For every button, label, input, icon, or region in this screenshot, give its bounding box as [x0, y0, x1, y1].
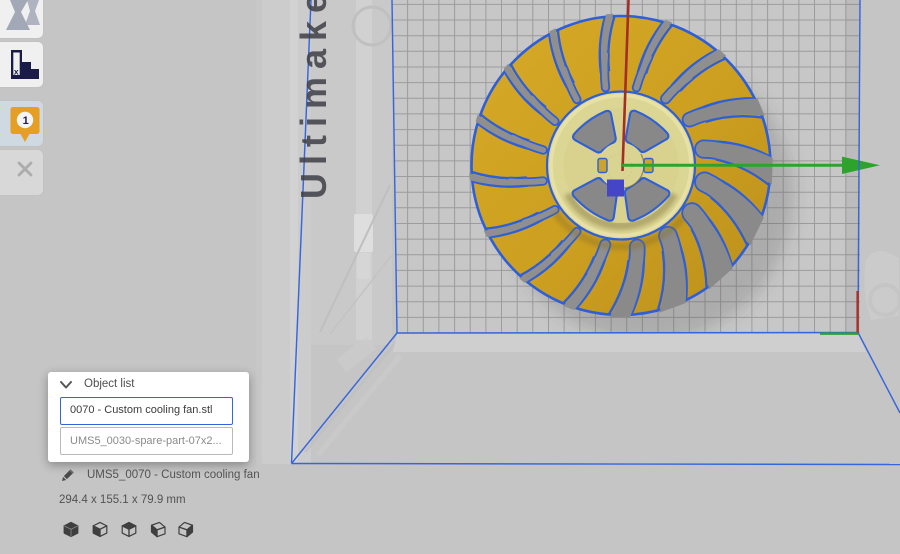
svg-text:1: 1 [23, 115, 29, 127]
svg-text:x: x [14, 67, 19, 77]
svg-text:Ultimaker: Ultimaker [293, 0, 334, 199]
